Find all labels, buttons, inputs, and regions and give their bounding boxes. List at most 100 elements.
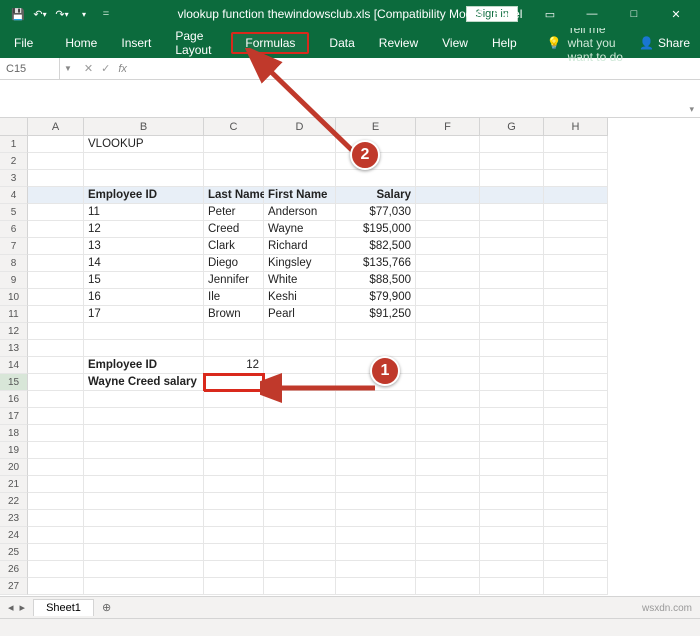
cell[interactable]: [480, 459, 544, 476]
cell[interactable]: [544, 425, 608, 442]
tab-file[interactable]: File: [10, 32, 45, 54]
cell[interactable]: [204, 391, 264, 408]
cell[interactable]: [544, 323, 608, 340]
cell[interactable]: VLOOKUP: [84, 136, 204, 153]
tab-home[interactable]: Home: [61, 32, 101, 54]
cell[interactable]: [264, 527, 336, 544]
cell[interactable]: [84, 493, 204, 510]
cell[interactable]: [264, 561, 336, 578]
cell[interactable]: [204, 527, 264, 544]
cell[interactable]: [480, 527, 544, 544]
cell[interactable]: [544, 544, 608, 561]
sheet-nav[interactable]: ◂▸: [0, 601, 33, 614]
row-header[interactable]: 26: [0, 561, 28, 578]
cell[interactable]: [28, 187, 84, 204]
tab-insert[interactable]: Insert: [117, 32, 155, 54]
cell[interactable]: [28, 374, 84, 391]
cell[interactable]: [480, 204, 544, 221]
column-header-D[interactable]: D: [264, 118, 336, 136]
cell[interactable]: [336, 340, 416, 357]
row-header[interactable]: 17: [0, 408, 28, 425]
cell[interactable]: $77,030: [336, 204, 416, 221]
cell[interactable]: [544, 476, 608, 493]
row-header[interactable]: 22: [0, 493, 28, 510]
cell[interactable]: [544, 442, 608, 459]
maximize-button[interactable]: □: [614, 0, 654, 28]
cell[interactable]: [204, 425, 264, 442]
tab-view[interactable]: View: [438, 32, 472, 54]
cell[interactable]: [416, 425, 480, 442]
cell[interactable]: [204, 408, 264, 425]
cell[interactable]: Wayne: [264, 221, 336, 238]
column-header-H[interactable]: H: [544, 118, 608, 136]
cell[interactable]: [416, 408, 480, 425]
cell[interactable]: Employee ID: [84, 357, 204, 374]
cell[interactable]: [480, 221, 544, 238]
cell[interactable]: White: [264, 272, 336, 289]
cell[interactable]: Salary: [336, 187, 416, 204]
cell[interactable]: [28, 408, 84, 425]
enter-icon[interactable]: ✓: [101, 62, 110, 75]
cell[interactable]: [28, 510, 84, 527]
cell[interactable]: [480, 170, 544, 187]
minimize-button[interactable]: —: [572, 0, 612, 28]
row-header[interactable]: 2: [0, 153, 28, 170]
cell[interactable]: [416, 238, 480, 255]
column-header-F[interactable]: F: [416, 118, 480, 136]
cell[interactable]: [28, 238, 84, 255]
row-header[interactable]: 18: [0, 425, 28, 442]
cell[interactable]: Richard: [264, 238, 336, 255]
cell[interactable]: [416, 442, 480, 459]
cell[interactable]: [264, 442, 336, 459]
cell[interactable]: [480, 136, 544, 153]
cell[interactable]: [84, 408, 204, 425]
cell[interactable]: [204, 578, 264, 595]
cell[interactable]: [28, 221, 84, 238]
cell[interactable]: [416, 187, 480, 204]
cell[interactable]: Clark: [204, 238, 264, 255]
cell[interactable]: [544, 510, 608, 527]
sheet-tab-sheet1[interactable]: Sheet1: [33, 599, 94, 616]
cell[interactable]: 17: [84, 306, 204, 323]
cell[interactable]: [264, 544, 336, 561]
cell[interactable]: [544, 255, 608, 272]
cell[interactable]: [336, 578, 416, 595]
row-header[interactable]: 19: [0, 442, 28, 459]
cell[interactable]: [336, 170, 416, 187]
cell[interactable]: [544, 527, 608, 544]
cell[interactable]: [264, 578, 336, 595]
cell[interactable]: [28, 306, 84, 323]
redo-icon[interactable]: ↷▾: [54, 6, 70, 22]
cell[interactable]: [84, 527, 204, 544]
cell[interactable]: [544, 561, 608, 578]
cell[interactable]: [204, 153, 264, 170]
row-header[interactable]: 1: [0, 136, 28, 153]
cell[interactable]: [416, 476, 480, 493]
cell[interactable]: [544, 238, 608, 255]
cell[interactable]: [480, 544, 544, 561]
column-header-C[interactable]: C: [204, 118, 264, 136]
cell[interactable]: [264, 374, 336, 391]
cell[interactable]: [544, 170, 608, 187]
cell[interactable]: $88,500: [336, 272, 416, 289]
cell[interactable]: [204, 459, 264, 476]
cell[interactable]: [416, 459, 480, 476]
cell[interactable]: [416, 374, 480, 391]
cell[interactable]: [264, 510, 336, 527]
cell[interactable]: $82,500: [336, 238, 416, 255]
cell[interactable]: [336, 357, 416, 374]
tab-data[interactable]: Data: [325, 32, 358, 54]
cell[interactable]: [28, 357, 84, 374]
cell[interactable]: [480, 323, 544, 340]
cell[interactable]: [28, 442, 84, 459]
cell[interactable]: [84, 170, 204, 187]
cell[interactable]: [28, 340, 84, 357]
cell[interactable]: Pearl: [264, 306, 336, 323]
cell[interactable]: [28, 170, 84, 187]
cell[interactable]: [28, 136, 84, 153]
cell[interactable]: [544, 204, 608, 221]
cell[interactable]: [264, 391, 336, 408]
cell[interactable]: [544, 136, 608, 153]
cell[interactable]: [204, 323, 264, 340]
cell[interactable]: [28, 153, 84, 170]
